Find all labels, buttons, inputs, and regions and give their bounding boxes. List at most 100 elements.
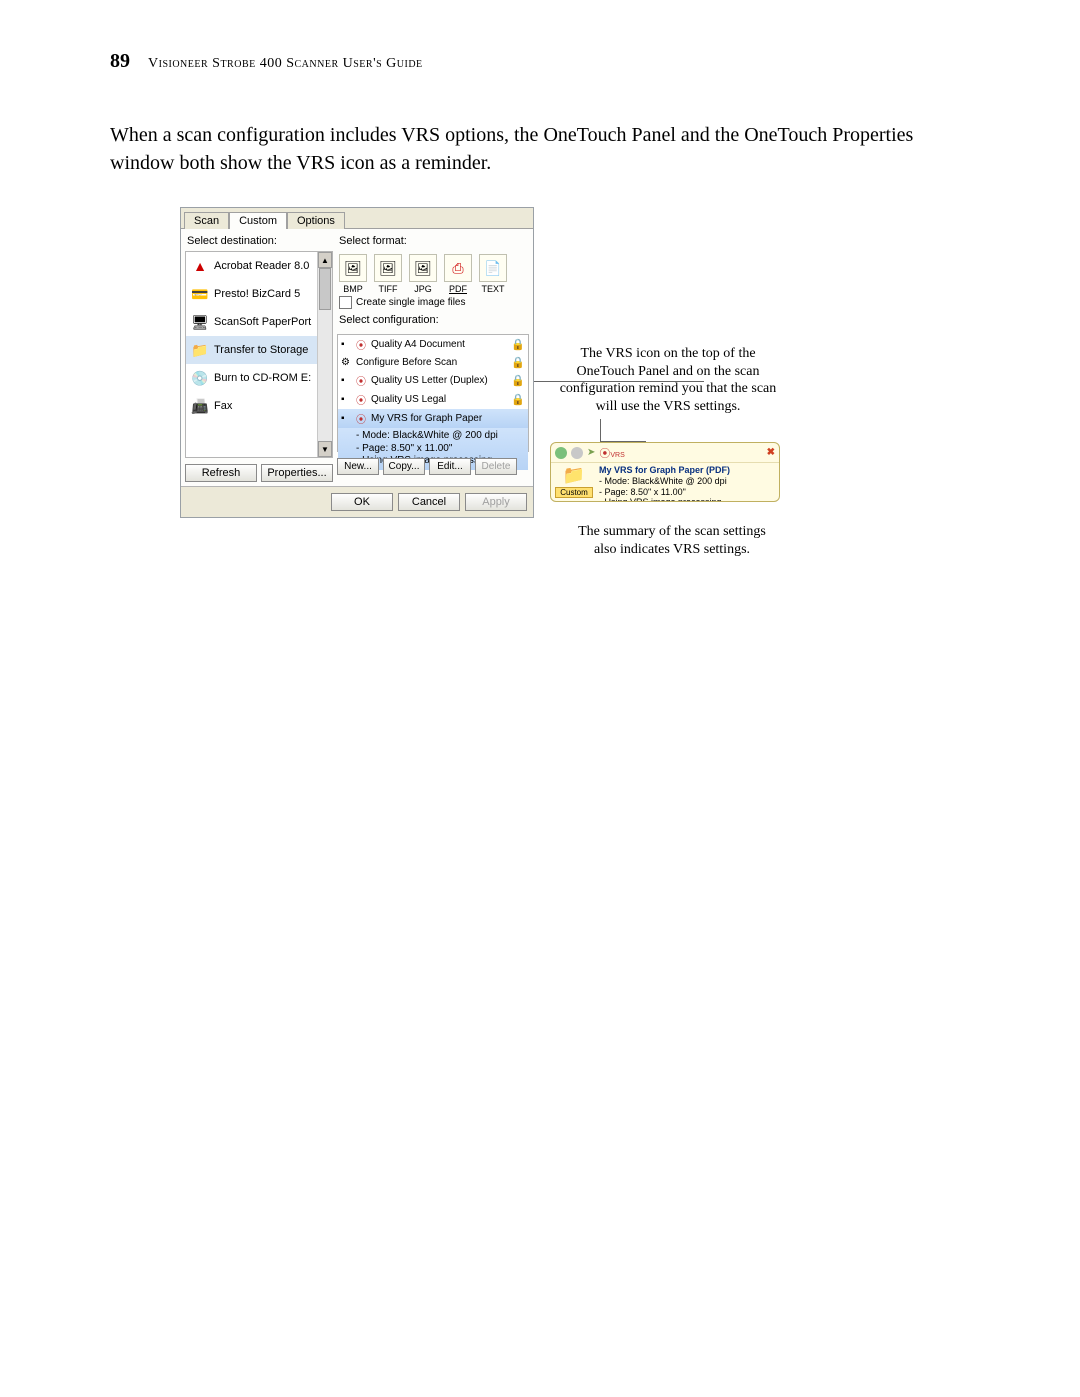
- dialog-footer: OK Cancel Apply: [181, 486, 533, 517]
- tab-options[interactable]: Options: [287, 212, 345, 229]
- gear-icon: ⚙: [341, 357, 353, 368]
- vrs-icon: ⦿: [356, 337, 368, 352]
- dest-fax-label: Fax: [214, 400, 232, 412]
- dest-paperport-label: ScanSoft PaperPort: [214, 316, 311, 328]
- cfg-legal[interactable]: ▪ ⦿ Quality US Legal 🔒: [338, 390, 528, 409]
- dest-bizcard[interactable]: 💳 Presto! BizCard 5: [186, 280, 332, 308]
- onetouch-panel: ➤ ⦿VRS ✖ 📁 Custom My VRS for Graph Paper…: [550, 442, 780, 502]
- page-icon: ▪: [341, 394, 353, 405]
- vrs-icon: ⦿: [356, 373, 368, 388]
- cfg-graph-label: My VRS for Graph Paper: [371, 413, 482, 424]
- pointer-icon: ➤: [587, 447, 595, 458]
- tab-scan[interactable]: Scan: [184, 212, 229, 229]
- onetouch-properties-dialog: Scan Custom Options Select destination: …: [180, 207, 534, 518]
- text-icon: 📄: [479, 254, 507, 282]
- detail-page: - Page: 8.50" x 11.00": [356, 443, 525, 456]
- cfg-a4-label: Quality A4 Document: [371, 339, 465, 350]
- cfg-letter[interactable]: ▪ ⦿ Quality US Letter (Duplex) 🔒: [338, 371, 528, 390]
- tiff-icon: 🖼: [374, 254, 402, 282]
- scroll-down-icon[interactable]: ▼: [318, 441, 332, 457]
- page-icon: ▪: [341, 339, 353, 350]
- destination-list[interactable]: ▲ Acrobat Reader 8.0 💳 Presto! BizCard 5…: [185, 251, 333, 458]
- header-title: Visioneer Strobe 400 Scanner User's Guid…: [148, 56, 423, 72]
- edit-button[interactable]: Edit...: [429, 458, 471, 475]
- bubble-title: My VRS for Graph Paper (PDF): [599, 465, 730, 476]
- vrs-icon: ⦿: [356, 411, 368, 426]
- dest-burn[interactable]: 💿 Burn to CD-ROM E:: [186, 364, 332, 392]
- select-format-label: Select format:: [337, 233, 529, 251]
- detail-mode: - Mode: Black&White @ 200 dpi: [356, 430, 525, 443]
- cfg-graph[interactable]: ▪ ⦿ My VRS for Graph Paper: [338, 409, 528, 428]
- apply-button[interactable]: Apply: [465, 493, 527, 511]
- page-header: 89 Visioneer Strobe 400 Scanner User's G…: [110, 50, 980, 73]
- bubble-thumb[interactable]: 📁 Custom: [555, 465, 593, 502]
- checkbox-icon[interactable]: [339, 296, 352, 309]
- format-text[interactable]: 📄 TEXT: [477, 254, 509, 294]
- bubble-page: - Page: 8.50" x 11.00": [599, 487, 730, 498]
- dest-burn-label: Burn to CD-ROM E:: [214, 372, 311, 384]
- dest-acrobat-label: Acrobat Reader 8.0: [214, 260, 309, 272]
- bubble-summary: My VRS for Graph Paper (PDF) - Mode: Bla…: [599, 465, 730, 502]
- scroll-thumb[interactable]: [319, 268, 331, 310]
- configuration-list[interactable]: ▪ ⦿ Quality A4 Document 🔒 ⚙ Configure Be…: [337, 334, 529, 452]
- paperport-icon: 🖥: [190, 312, 210, 332]
- dest-bizcard-label: Presto! BizCard 5: [214, 288, 300, 300]
- format-jpg[interactable]: 🖼 JPG: [407, 254, 439, 294]
- copy-button[interactable]: Copy...: [383, 458, 425, 475]
- format-row: 🖼 BMP 🖼 TIFF 🖼 JPG ⎙: [337, 251, 529, 296]
- select-configuration-label: Select configuration:: [337, 312, 529, 330]
- cfg-letter-label: Quality US Letter (Duplex): [371, 375, 488, 386]
- cfg-before-label: Configure Before Scan: [356, 357, 457, 368]
- acrobat-icon: ▲: [190, 256, 210, 276]
- format-bmp[interactable]: 🖼 BMP: [337, 254, 369, 294]
- lock-icon: 🔒: [511, 393, 525, 406]
- folder-icon: 📁: [555, 465, 593, 486]
- tab-custom[interactable]: Custom: [229, 212, 287, 229]
- body-paragraph: When a scan configuration includes VRS o…: [110, 121, 980, 177]
- dest-storage-label: Transfer to Storage: [214, 344, 308, 356]
- callout-vrs-icon: The VRS icon on the top of the OneTouch …: [558, 345, 778, 415]
- page-number: 89: [110, 50, 130, 73]
- bmp-icon: 🖼: [339, 254, 367, 282]
- tab-strip: Scan Custom Options: [181, 208, 533, 228]
- dest-storage[interactable]: 📁 Transfer to Storage: [186, 336, 332, 364]
- select-destination-label: Select destination:: [185, 233, 333, 251]
- dest-fax[interactable]: 📠 Fax: [186, 392, 332, 420]
- bubble-mode: - Mode: Black&White @ 200 dpi: [599, 476, 730, 487]
- page-icon: ▪: [341, 413, 353, 424]
- jpg-icon: 🖼: [409, 254, 437, 282]
- format-tiff[interactable]: 🖼 TIFF: [372, 254, 404, 294]
- cfg-a4[interactable]: ▪ ⦿ Quality A4 Document 🔒: [338, 335, 528, 354]
- cancel-button[interactable]: Cancel: [398, 493, 460, 511]
- bizcard-icon: 💳: [190, 284, 210, 304]
- callout-summary: The summary of the scan settings also in…: [572, 523, 772, 558]
- vrs-icon: ⦿VRS: [599, 445, 624, 461]
- dest-acrobat[interactable]: ▲ Acrobat Reader 8.0: [186, 252, 332, 280]
- page-icon: ▪: [341, 375, 353, 386]
- single-image-label: Create single image files: [356, 297, 466, 308]
- cfg-before[interactable]: ⚙ Configure Before Scan 🔒: [338, 354, 528, 371]
- ok-button[interactable]: OK: [331, 493, 393, 511]
- fax-icon: 📠: [190, 396, 210, 416]
- delete-button[interactable]: Delete: [475, 458, 517, 475]
- nav-fwd-icon[interactable]: [571, 447, 583, 459]
- nav-back-icon[interactable]: [555, 447, 567, 459]
- callout-leader: [600, 419, 601, 441]
- lock-icon: 🔒: [511, 356, 525, 369]
- disc-icon: 💿: [190, 368, 210, 388]
- scroll-up-icon[interactable]: ▲: [318, 252, 332, 268]
- bubble-using: - Using VRS image processing: [599, 497, 730, 502]
- close-icon[interactable]: ✖: [767, 447, 775, 458]
- lock-icon: 🔒: [511, 374, 525, 387]
- refresh-button[interactable]: Refresh: [185, 464, 257, 482]
- dest-paperport[interactable]: 🖥 ScanSoft PaperPort: [186, 308, 332, 336]
- vrs-icon: ⦿: [356, 392, 368, 407]
- format-pdf[interactable]: ⎙ PDF: [442, 254, 474, 294]
- pdf-icon: ⎙: [444, 254, 472, 282]
- properties-button[interactable]: Properties...: [261, 464, 333, 482]
- destination-scrollbar[interactable]: ▲ ▼: [317, 252, 332, 457]
- single-image-checkbox-row[interactable]: Create single image files: [337, 296, 529, 309]
- new-button[interactable]: New...: [337, 458, 379, 475]
- lock-icon: 🔒: [511, 338, 525, 351]
- folder-icon: 📁: [190, 340, 210, 360]
